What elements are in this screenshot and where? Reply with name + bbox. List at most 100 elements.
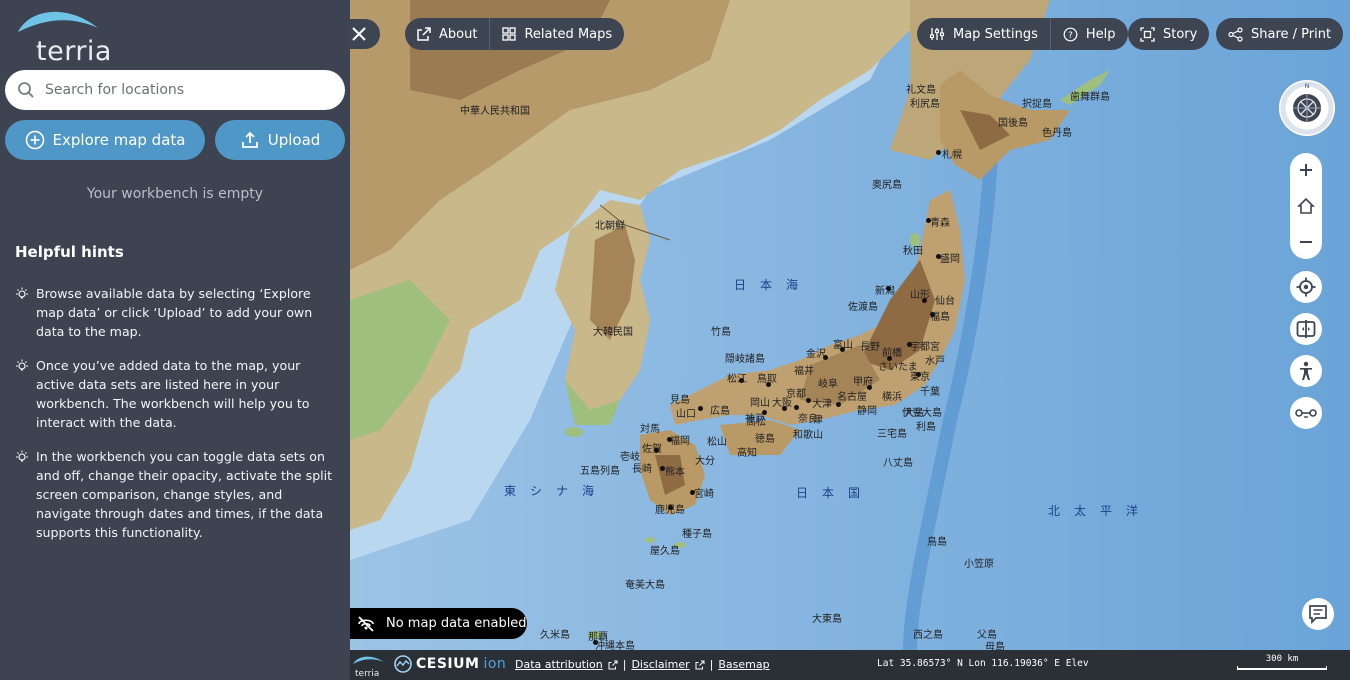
close-sidebar-button[interactable] <box>350 19 380 49</box>
map-place-label: 岐阜 <box>818 379 838 390</box>
hint-item: In the workbench you can toggle data set… <box>15 447 340 542</box>
map-place-label: 壱岐 <box>620 452 640 463</box>
terria-mini-logo[interactable]: terria <box>352 654 386 678</box>
map-viewport[interactable]: 日本海 東シナ海 北太平洋 日本国 中華人民共和国 北朝鮮 大韓民国 礼文島 利… <box>350 0 1350 650</box>
disclaimer-link[interactable]: Disclaimer <box>631 658 689 671</box>
map-place-label: 高松 <box>746 417 766 428</box>
zoom-out-icon[interactable] <box>1299 235 1313 249</box>
search-icon <box>18 82 34 98</box>
scale-label: 300 km <box>1265 654 1299 664</box>
top-nav-group-left: About Related Maps <box>405 18 625 50</box>
link-separator: | <box>622 658 627 671</box>
city-marker <box>690 490 695 495</box>
external-link-icon <box>608 660 618 669</box>
terria-logo[interactable]: terria <box>16 6 111 67</box>
city-marker <box>739 378 744 383</box>
grid-icon <box>502 27 517 41</box>
pedestrian-mode-button[interactable] <box>1290 355 1322 387</box>
map-place-label: 仙台 <box>935 296 955 307</box>
city-marker <box>654 448 659 453</box>
city-marker <box>698 406 703 411</box>
no-map-data-text: No map data enabled <box>386 616 527 631</box>
map-place-label: 見島 <box>670 395 690 406</box>
compass-control[interactable]: N <box>1279 80 1335 136</box>
map-place-label: 那覇 <box>588 632 608 643</box>
split-compare-button[interactable] <box>1290 313 1322 345</box>
about-button[interactable]: About <box>405 18 489 50</box>
ion-text: ion <box>483 656 507 672</box>
basemap-terrain <box>350 0 1350 650</box>
feedback-chat-icon <box>1309 605 1327 624</box>
help-label: Help <box>1085 26 1116 42</box>
link-separator: | <box>709 658 714 671</box>
map-place-label: 利島 <box>916 422 936 433</box>
city-marker <box>840 347 845 352</box>
map-place-label: 奥尻島 <box>872 180 902 191</box>
map-place-label: 対馬 <box>640 424 660 435</box>
country-label-japan: 日本国 <box>796 486 875 500</box>
map-place-label: 和歌山 <box>793 430 823 441</box>
feedback-button[interactable] <box>1302 598 1334 630</box>
my-location-button[interactable] <box>1290 271 1322 303</box>
lightbulb-icon <box>16 287 28 299</box>
search-input[interactable] <box>45 82 315 98</box>
map-settings-button[interactable]: Map Settings <box>917 18 1050 50</box>
location-search-box[interactable] <box>5 70 345 110</box>
map-place-label: 色丹島 <box>1042 128 1072 139</box>
zoom-in-icon[interactable] <box>1299 163 1313 177</box>
zoom-controls <box>1290 153 1322 259</box>
city-marker <box>916 372 921 377</box>
story-label: Story <box>1163 26 1198 42</box>
map-footer: terria CESIUM ion Data attribution | Dis… <box>350 650 1350 680</box>
compass-north-label: N <box>1305 83 1310 90</box>
map-place-label: 竹島 <box>711 327 731 338</box>
upload-button[interactable]: Upload <box>215 120 345 160</box>
top-nav-group-settings: Map Settings ? Help <box>917 18 1128 50</box>
map-place-label: 母島 <box>985 642 1005 650</box>
map-place-label: 佐賀 <box>642 444 662 455</box>
share-icon <box>1228 26 1243 42</box>
scale-bar <box>1237 666 1327 670</box>
upload-button-label: Upload <box>267 131 321 149</box>
related-maps-label: Related Maps <box>524 26 613 42</box>
story-button[interactable]: Story <box>1128 18 1210 50</box>
map-place-label: 新潟 <box>875 286 895 297</box>
help-button[interactable]: ? Help <box>1051 18 1128 50</box>
hint-text: In the workbench you can toggle data set… <box>36 449 333 540</box>
basemap-link[interactable]: Basemap <box>718 658 769 671</box>
map-place-label: 久米島 <box>540 630 570 641</box>
cesium-ion-logo[interactable]: CESIUM ion <box>394 655 506 673</box>
layers-off-icon <box>358 615 374 632</box>
map-place-label: 徳島 <box>755 434 775 445</box>
home-icon[interactable] <box>1297 197 1315 215</box>
data-attribution-link[interactable]: Data attribution <box>515 658 603 671</box>
map-place-label: 静岡 <box>857 406 877 417</box>
map-place-label: 横浜 <box>882 392 902 403</box>
map-place-label: 大分 <box>695 456 715 467</box>
map-place-label: 大島 <box>904 408 924 419</box>
map-place-label: 択捉島 <box>1022 99 1052 110</box>
help-icon: ? <box>1063 27 1078 41</box>
map-place-label: 利尻島 <box>910 99 940 110</box>
map-place-label: 秋田 <box>903 246 923 257</box>
map-place-label: 佐渡島 <box>848 302 878 313</box>
map-place-label: 鳥島 <box>927 537 947 548</box>
measure-tool-button[interactable] <box>1290 397 1322 429</box>
explore-map-data-button[interactable]: Explore map data <box>5 120 205 160</box>
city-marker <box>660 466 665 471</box>
city-marker <box>907 342 912 347</box>
map-place-label: 山形 <box>910 290 930 301</box>
map-place-label: 屋久島 <box>650 546 680 557</box>
footer-links: Data attribution | Disclaimer | Basemap <box>515 658 770 671</box>
map-place-label: 山口 <box>676 409 696 420</box>
related-maps-button[interactable]: Related Maps <box>490 18 624 50</box>
map-place-label: 青森 <box>930 218 950 229</box>
map-place-label: 水戸 <box>925 356 945 367</box>
share-print-button[interactable]: Share / Print <box>1216 18 1344 50</box>
map-place-label: 大韓民国 <box>593 327 633 338</box>
workbench-empty-message: Your workbench is empty <box>86 186 264 202</box>
city-marker <box>836 402 841 407</box>
hint-item: Once you’ve added data to the map, your … <box>15 356 340 432</box>
add-circle-icon <box>25 130 44 150</box>
external-link-icon <box>417 27 431 41</box>
